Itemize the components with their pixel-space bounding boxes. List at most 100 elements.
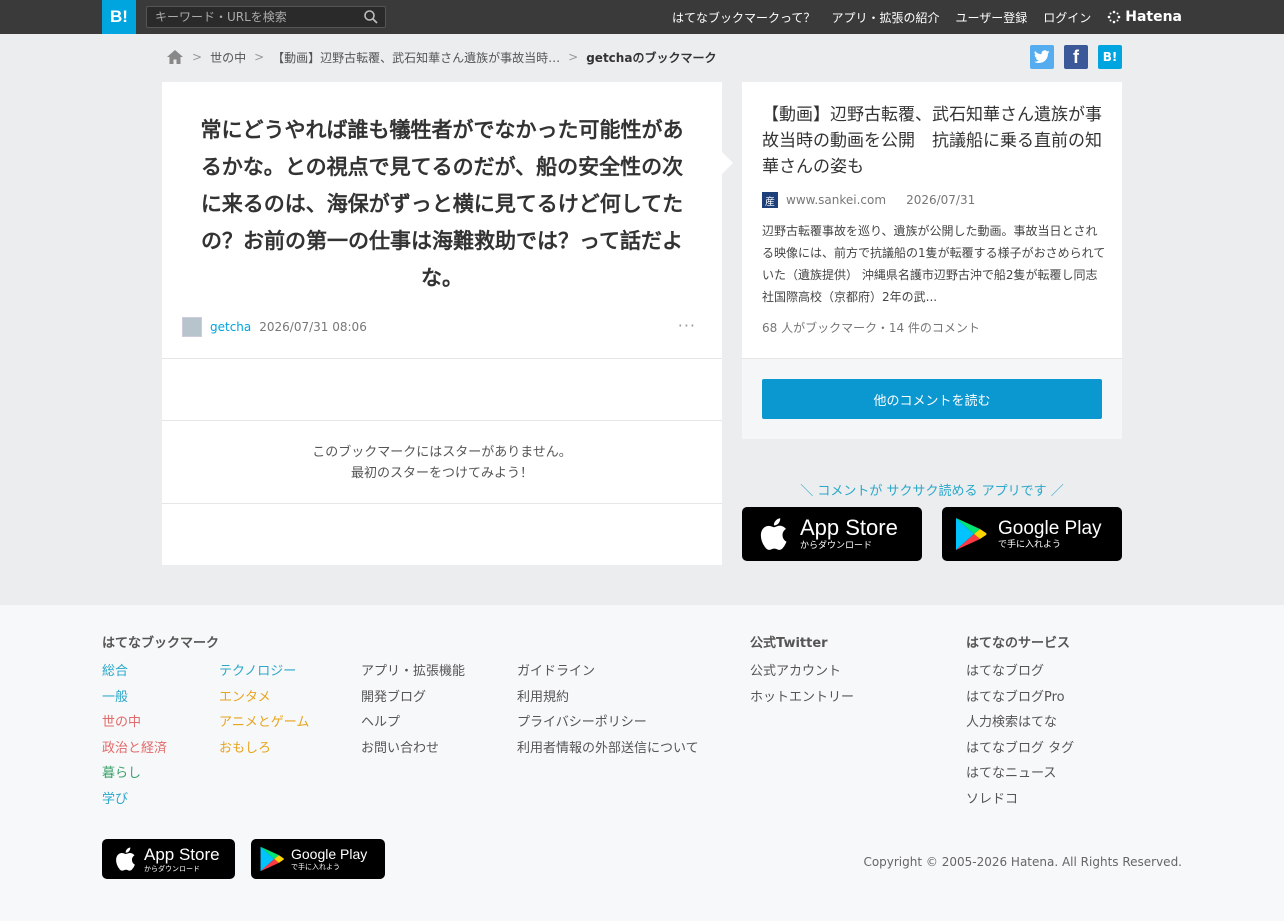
footer-link-entertainment[interactable]: エンタメ — [219, 685, 309, 711]
footer-link-blog-tag[interactable]: はてなブログ タグ — [966, 736, 1074, 762]
footer-services-links: はてなブログ はてなブログPro 人力検索はてな はてなブログ タグ はてなニュ… — [966, 659, 1074, 812]
breadcrumb-current: getchaのブックマーク — [586, 50, 717, 65]
footer-link-twitter-official[interactable]: 公式アカウント — [750, 659, 854, 685]
app-store-badge[interactable]: App Store からダウンロード — [742, 507, 922, 561]
google-play-badge[interactable]: Google Play で手に入れよう — [942, 507, 1122, 561]
divider — [162, 358, 722, 359]
card-pointer — [722, 152, 733, 174]
footer-link-privacy[interactable]: プライバシーポリシー — [517, 710, 699, 736]
footer-link-game[interactable]: アニメとゲーム — [219, 710, 309, 736]
bookmark-user-row: getcha 2026/07/31 08:06 ··· — [182, 316, 702, 338]
footer-link-knowledge[interactable]: 学び — [102, 787, 167, 813]
site-favicon-icon: 産 — [762, 192, 778, 208]
nav-apps[interactable]: アプリ・拡張の紹介 — [831, 9, 939, 26]
nav-login[interactable]: ログイン — [1043, 9, 1091, 26]
divider — [162, 503, 722, 504]
chevron-right-icon: > — [568, 50, 579, 64]
twitter-icon — [1034, 50, 1050, 64]
footer-link-fun[interactable]: おもしろ — [219, 736, 309, 762]
footer-link-general[interactable]: 総合 — [102, 659, 167, 685]
star-note-line-2: 最初のスターをつけてみよう！ — [350, 466, 533, 481]
bookmark-username[interactable]: getcha — [210, 320, 251, 334]
avatar[interactable] — [182, 317, 202, 337]
footer-links-b: ガイドライン 利用規約 プライバシーポリシー 利用者情報の外部送信について — [517, 659, 699, 761]
article-date: 2026/07/31 — [906, 193, 976, 207]
star-empty-note: このブックマークにはスターがありません。 最初のスターをつけてみよう！ — [162, 442, 722, 484]
hatena-dots-icon — [1107, 10, 1121, 24]
footer-link-apps[interactable]: アプリ・拡張機能 — [361, 659, 465, 685]
footer-google-play-badge[interactable]: Google Play で手に入れよう — [251, 839, 385, 879]
footer-twitter-links: 公式アカウント ホットエントリー — [750, 659, 854, 710]
divider — [162, 420, 722, 421]
footer-link-life[interactable]: 暮らし — [102, 761, 167, 787]
footer-bookmark-heading: はてなブックマーク — [102, 636, 220, 651]
article-title[interactable]: 【動画】辺野古転覆、武石知華さん遺族が事故当時の動画を公開 抗議船に乗る直前の知… — [762, 102, 1107, 180]
footer-app-store-title: App Store — [144, 844, 220, 864]
footer-link-jinriki[interactable]: 人力検索はてな — [966, 710, 1074, 736]
google-play-title: Google Play — [998, 517, 1102, 539]
home-icon[interactable] — [166, 49, 184, 65]
share-buttons: f B! — [1030, 45, 1122, 69]
app-promo-tagline: ＼ コメントが サクサク読める アプリです ／ — [800, 484, 1064, 499]
footer: はてなブックマーク 総合 一般 世の中 政治と経済 暮らし 学び テクノロジー … — [0, 605, 1284, 921]
breadcrumb-entry[interactable]: 【動画】辺野古転覆、武石知華さん遺族が事故当時… — [272, 49, 560, 66]
footer-services-heading: はてなのサービス — [966, 636, 1071, 651]
bookmark-counts[interactable]: 68 人がブックマーク・14 件のコメント — [762, 319, 980, 336]
footer-link-contact[interactable]: お問い合わせ — [361, 736, 465, 762]
apple-icon — [116, 847, 135, 871]
nav-about[interactable]: はてなブックマークって？ — [672, 9, 815, 26]
article-summary: 辺野古転覆事故を巡り、遺族が公開した動画。事故当日とされる映像には、前方で抗議船… — [762, 224, 1106, 304]
facebook-share-button[interactable]: f — [1064, 45, 1088, 69]
footer-link-hatena-blog-pro[interactable]: はてなブログPro — [966, 685, 1074, 711]
bookmark-card: 常にどうやれば誰も犠牲者がでなかった可能性があるかな。との視点で見てるのだが、船… — [162, 82, 722, 565]
app-store-subtitle: からダウンロード — [800, 541, 873, 551]
chevron-right-icon: > — [254, 50, 265, 64]
hatena-brand-text: Hatena — [1125, 9, 1182, 25]
footer-app-store-subtitle: からダウンロード — [144, 864, 200, 873]
breadcrumb: > 世の中 > 【動画】辺野古転覆、武石知華さん遺族が事故当時… > getch… — [166, 46, 716, 68]
footer-link-economics[interactable]: 政治と経済 — [102, 736, 167, 762]
star-note-line-1: このブックマークにはスターがありません。 — [312, 445, 572, 460]
footer-link-guidelines[interactable]: ガイドライン — [517, 659, 699, 685]
article-source: 産 www.sankei.com 2026/07/31 — [762, 192, 975, 208]
more-options-icon[interactable]: ··· — [678, 316, 696, 335]
article-domain[interactable]: www.sankei.com — [786, 193, 886, 207]
footer-categories-a: 総合 一般 世の中 政治と経済 暮らし 学び — [102, 659, 167, 812]
footer-link-external-transmission[interactable]: 利用者情報の外部送信について — [517, 736, 699, 762]
footer-link-twitter-hotentry[interactable]: ホットエントリー — [750, 685, 854, 711]
header-nav: はてなブックマークって？ アプリ・拡張の紹介 ユーザー登録 ログイン Haten… — [672, 0, 1182, 34]
app-store-title: App Store — [800, 515, 898, 540]
footer-link-hatena-news[interactable]: はてなニュース — [966, 761, 1074, 787]
footer-app-store-badge[interactable]: App Store からダウンロード — [102, 839, 235, 879]
footer-link-hatena-blog[interactable]: はてなブログ — [966, 659, 1074, 685]
google-play-icon — [956, 518, 987, 550]
google-play-icon — [260, 846, 284, 872]
hatena-brand-link[interactable]: Hatena — [1107, 9, 1182, 25]
footer-link-it[interactable]: テクノロジー — [219, 659, 309, 685]
read-other-comments-button[interactable]: 他のコメントを読む — [762, 379, 1102, 419]
article-card-footer: 他のコメントを読む — [742, 358, 1122, 439]
footer-link-dev-blog[interactable]: 開発ブログ — [361, 685, 465, 711]
google-play-subtitle: で手に入れよう — [998, 539, 1062, 550]
article-card: 【動画】辺野古転覆、武石知華さん遺族が事故当時の動画を公開 抗議船に乗る直前の知… — [742, 82, 1122, 439]
chevron-right-icon: > — [192, 50, 203, 64]
nav-signup[interactable]: ユーザー登録 — [955, 9, 1027, 26]
footer-link-terms[interactable]: 利用規約 — [517, 685, 699, 711]
hatena-bookmark-share-button[interactable]: B! — [1098, 45, 1122, 69]
footer-categories-b: テクノロジー エンタメ アニメとゲーム おもしろ — [219, 659, 309, 761]
apple-icon — [760, 518, 787, 550]
bookmark-timestamp[interactable]: 2026/07/31 08:06 — [259, 320, 367, 334]
bookmark-comment: 常にどうやれば誰も犠牲者がでなかった可能性があるかな。との視点で見てるのだが、船… — [200, 118, 684, 290]
footer-link-social[interactable]: 世の中 — [102, 710, 167, 736]
twitter-share-button[interactable] — [1030, 45, 1054, 69]
breadcrumb-category[interactable]: 世の中 — [210, 49, 246, 66]
footer-link-ippan[interactable]: 一般 — [102, 685, 167, 711]
hatena-bookmark-logo[interactable]: B! — [102, 0, 136, 34]
footer-link-soredoko[interactable]: ソレドコ — [966, 787, 1074, 813]
search-input[interactable] — [147, 7, 357, 27]
top-bar: B! はてなブックマークって？ アプリ・拡張の紹介 ユーザー登録 ログイン Ha… — [0, 0, 1284, 34]
footer-link-help[interactable]: ヘルプ — [361, 710, 465, 736]
search-icon[interactable] — [363, 9, 379, 25]
footer-google-play-title: Google Play — [291, 846, 368, 862]
footer-links-a: アプリ・拡張機能 開発ブログ ヘルプ お問い合わせ — [361, 659, 465, 761]
